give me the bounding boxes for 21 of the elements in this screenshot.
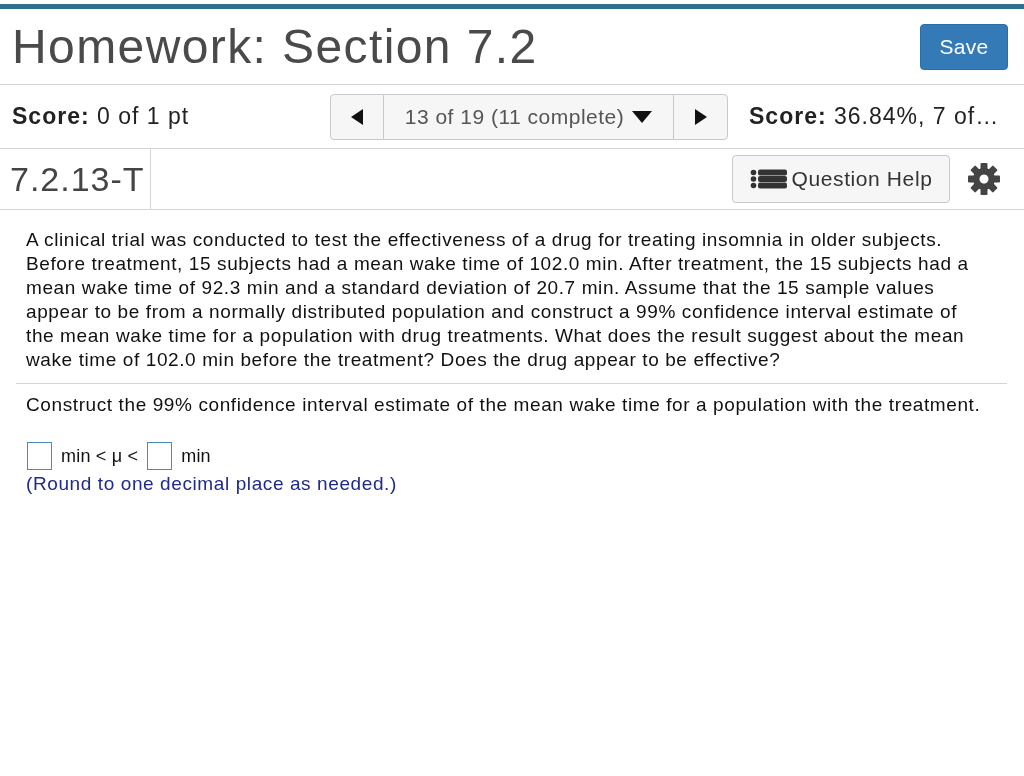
answer-box[interactable] (27, 442, 52, 470)
settings-icon[interactable] (968, 163, 1000, 195)
next-button[interactable] (673, 93, 728, 140)
answer-label: min < μ < (61, 445, 139, 467)
caret-icon (632, 110, 653, 123)
previous-button[interactable] (330, 93, 384, 140)
answer-label: min (181, 445, 211, 467)
question-number: 7.2.13-T (10, 162, 145, 196)
answer-box[interactable] (147, 442, 173, 470)
question-selector[interactable]: 13 of 19 (11 complete) (384, 93, 673, 140)
save-button[interactable]: Save (920, 23, 1008, 70)
right-triangle-icon (694, 108, 707, 125)
score-text: Score: 0 of 1 pt (12, 103, 191, 130)
page-title: Homework: Section 7.2 (12, 22, 538, 71)
question-help-button[interactable]: Question Help (732, 155, 950, 203)
question-text: A clinical trial was conducted to test the effectiveness of a drug for treating insomnia in older subjects. Before treatment, 15 subjects had a mean wake time of 102.0 min. After treatment, the 15 subjects had a mean wake time of 92.3 min and a standard deviation of 20.7 min. Assume that the 15 sample values appear to be from a normally distributed population and construct a 99% confidence interval estimate of the mean wake time for a population with drug treatments. What does the result suggest about the mean wake time of 102.0 min before the treatment? Does the drug appear to be effective? (25, 228, 970, 372)
rounding-hint: (Round to one decimal place as needed.) (26, 472, 397, 496)
question-prompt: Construct the 99% confidence interval estimate of the mean wake time for a population with the treatment. (25, 393, 981, 417)
list-icon (749, 169, 787, 189)
homework-score-text: Score: 36.84%, 7 of… (749, 103, 1000, 130)
left-triangle-icon (351, 108, 363, 125)
